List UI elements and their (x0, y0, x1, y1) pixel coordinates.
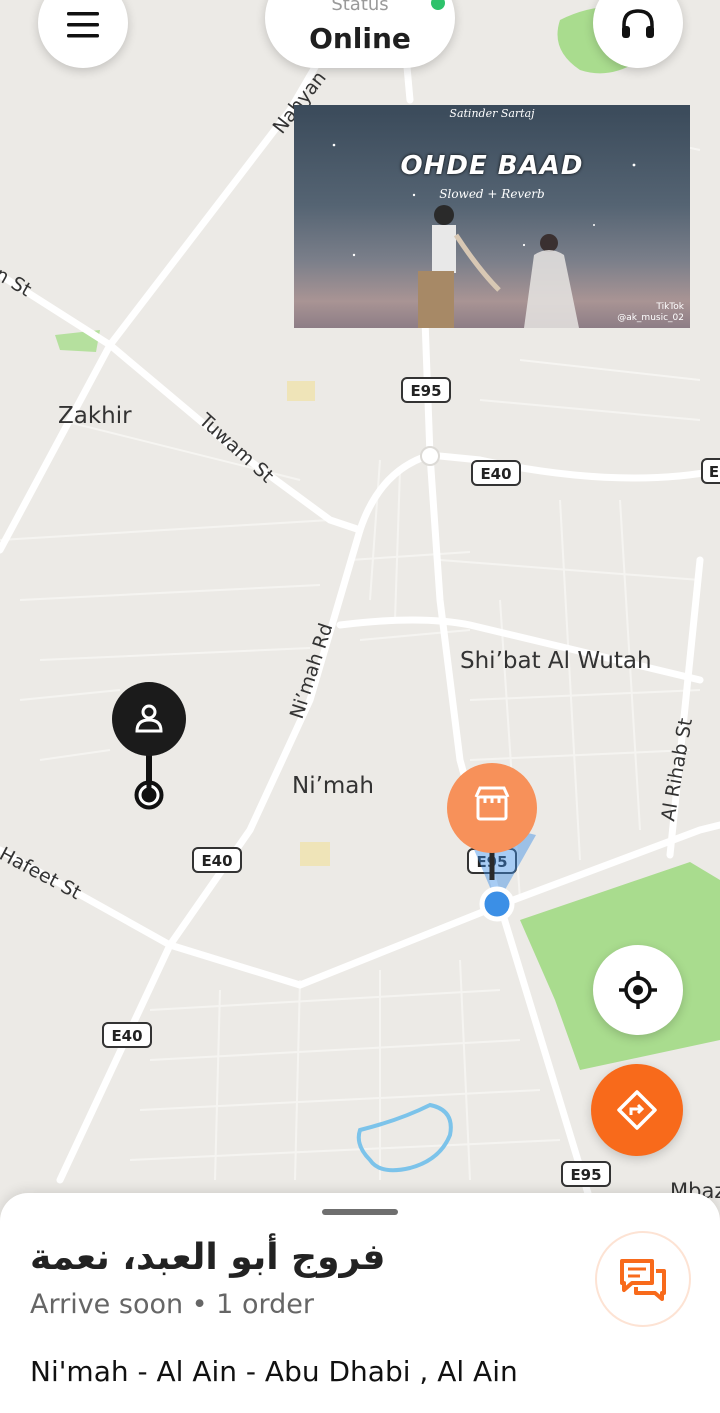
map-label-shibat: Shi’bat Al Wutah (460, 648, 652, 674)
tiktok-logo: TikTok (656, 302, 684, 312)
navigation-diamond-icon (617, 1090, 657, 1130)
video-handle: @ak_music_02 (617, 313, 684, 323)
sheet-drag-handle[interactable] (322, 1209, 398, 1215)
svg-text:E40: E40 (111, 1027, 142, 1045)
status-label: Status (331, 0, 389, 15)
current-location-dot (479, 886, 515, 922)
video-watermark: TikTok @ak_music_02 (617, 302, 684, 324)
highway-shield: E40 (192, 847, 242, 873)
video-figures-art (332, 143, 636, 328)
map-label-nimah: Ni’mah (292, 773, 374, 799)
headset-icon (622, 9, 654, 38)
land-patch (300, 842, 330, 866)
recenter-button[interactable] (593, 945, 683, 1035)
svg-text:E40: E40 (201, 852, 232, 870)
highway-shield: E40 (471, 460, 521, 486)
chat-bubbles-icon (620, 1259, 666, 1301)
map-label-zakhir: Zakhir (58, 403, 132, 429)
status-value: Online (309, 22, 411, 55)
svg-text:E40: E40 (480, 465, 511, 483)
svg-text:E: E (709, 463, 719, 481)
highway-shield: E95 (401, 377, 451, 403)
svg-text:E95: E95 (410, 382, 441, 400)
order-eta: Arrive soon • 1 order (30, 1289, 314, 1320)
highway-shield: E95 (561, 1161, 611, 1187)
chat-button[interactable] (595, 1231, 691, 1327)
highway-shield: E40 (102, 1022, 152, 1048)
hamburger-menu-icon (67, 12, 99, 38)
store-name: فروج أبو العبد، نعمة (30, 1237, 386, 1278)
order-bottom-sheet[interactable]: فروج أبو العبد، نعمة Arrive soon • 1 ord… (0, 1193, 720, 1413)
navigate-button[interactable] (591, 1064, 683, 1156)
svg-text:E95: E95 (570, 1166, 601, 1184)
status-toggle[interactable]: Status Online (265, 0, 455, 68)
crosshair-target-icon (619, 971, 657, 1009)
land-patch (287, 381, 315, 401)
video-overlay[interactable]: Satinder Sartaj OHDE BAAD Slowed + Rever… (294, 105, 690, 328)
highway-shield: E (701, 458, 720, 484)
delivery-address: Ni'mah - Al Ain - Abu Dhabi , Al Ain (30, 1355, 518, 1388)
